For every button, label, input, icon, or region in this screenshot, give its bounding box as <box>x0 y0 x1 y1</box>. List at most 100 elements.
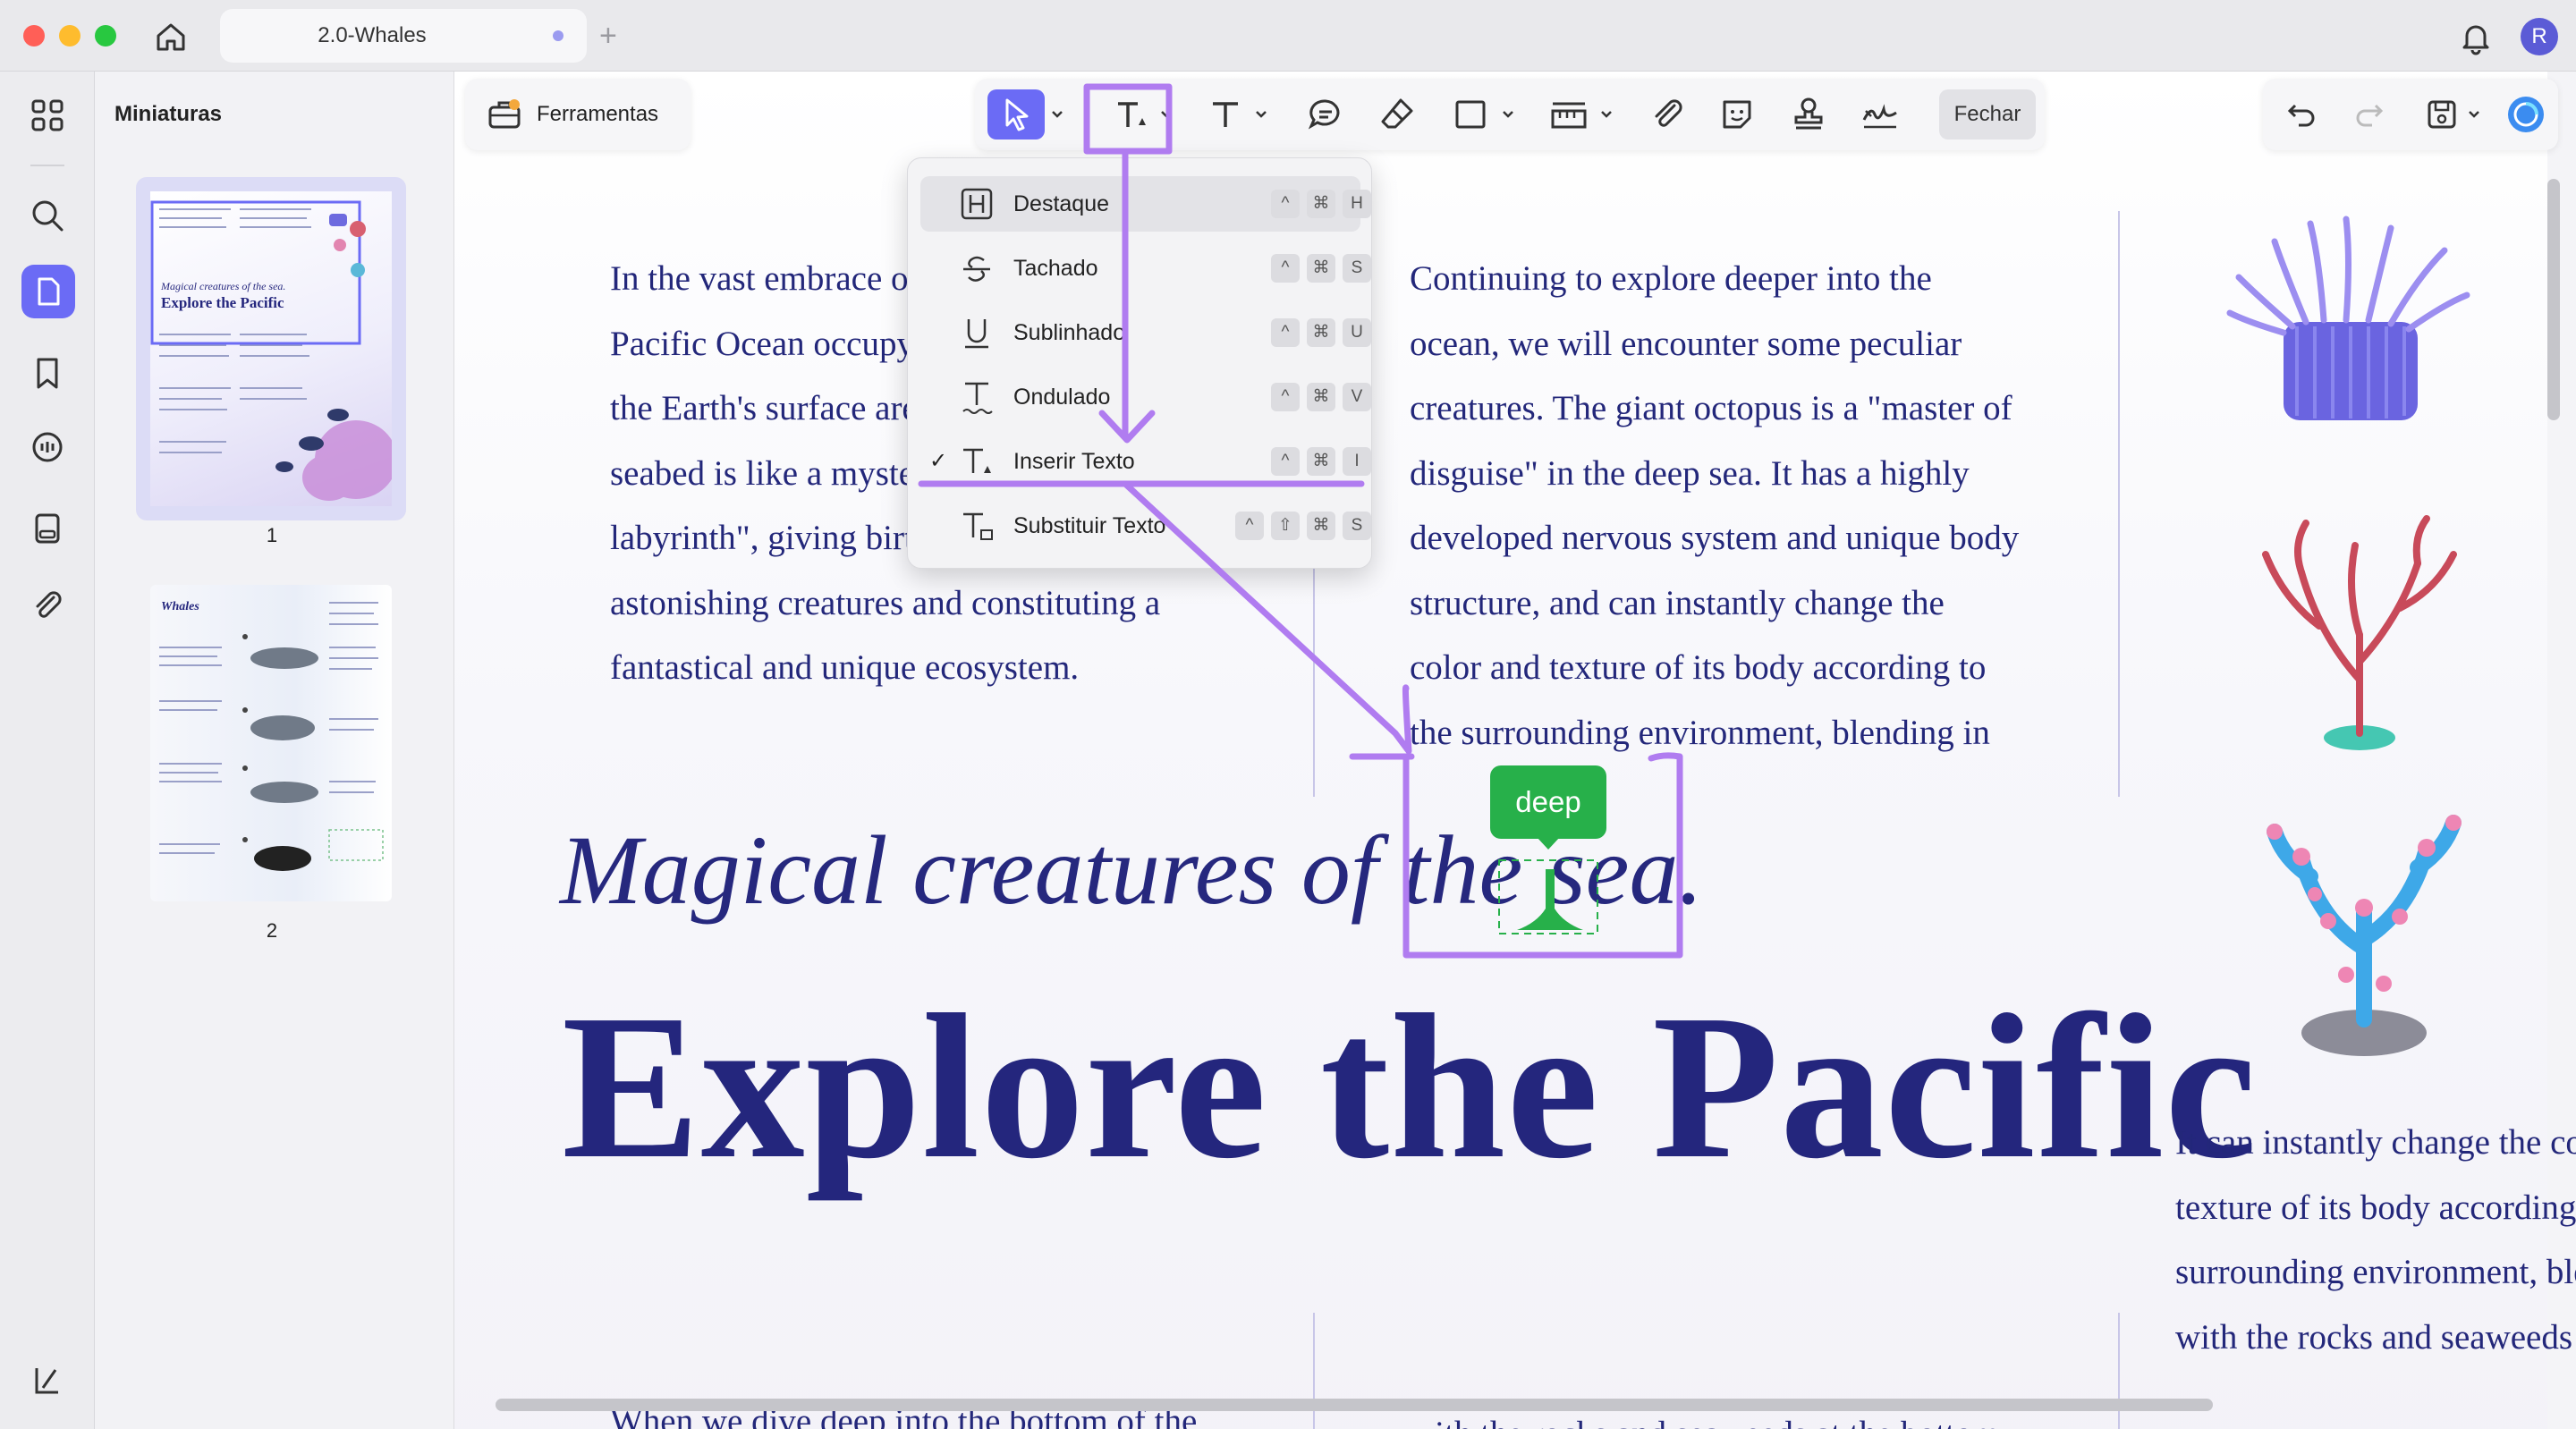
page-thumbnail-1[interactable]: Magical creatures of the sea. Explore th… <box>150 191 397 506</box>
shortcut-key: ⌘ <box>1307 512 1335 540</box>
shortcut-key: H <box>1343 190 1371 218</box>
text-markup-menu: Destaque ^ ⌘ H Tachado ^ ⌘ S Sublinhado … <box>907 157 1372 569</box>
sticker-icon[interactable] <box>1716 93 1758 136</box>
red-coral-image <box>2262 515 2457 750</box>
replace-text-icon <box>958 507 996 545</box>
toolbox-icon <box>487 97 522 132</box>
document-tab[interactable]: 2.0-Whales <box>220 9 587 63</box>
shortcut-key: ⌘ <box>1307 254 1335 283</box>
pdf-page[interactable]: In the vast embrace of the Pacific Ocean… <box>454 72 2576 1429</box>
undo-icon[interactable] <box>2281 93 2324 136</box>
close-toolbar-button[interactable]: Fechar <box>1939 89 2036 140</box>
shortcut-key: ^ <box>1271 447 1300 476</box>
chevron-down-icon[interactable] <box>1599 104 1614 125</box>
comment-tool-icon[interactable] <box>1304 93 1347 136</box>
text-line: ocean, we will encounter some peculiar <box>1410 324 1962 363</box>
menu-item-ondulado[interactable]: Ondulado ^ ⌘ V <box>920 369 1371 425</box>
attachment-icon[interactable] <box>27 585 68 626</box>
text-line: with the rocks and seaweeds <box>2175 1317 2573 1357</box>
squiggly-icon <box>958 378 996 416</box>
chevron-down-icon[interactable] <box>1159 104 1174 125</box>
coral-illustrations <box>2226 216 2470 1056</box>
text-line: color and texture of its body according … <box>1410 648 1987 687</box>
search-icon[interactable] <box>27 195 68 236</box>
menu-item-label: Tachado <box>1013 256 1098 281</box>
menu-item-label: Ondulado <box>1013 385 1111 410</box>
annotation-toolbar: Fechar <box>975 79 2045 150</box>
user-avatar[interactable]: R <box>2521 18 2558 55</box>
minimize-window-button[interactable] <box>59 25 80 47</box>
left-rail <box>0 72 95 1429</box>
shortcut-key: ^ <box>1271 318 1300 347</box>
menu-item-destaque[interactable]: Destaque ^ ⌘ H <box>920 176 1371 232</box>
text-markup-tool-icon[interactable] <box>1111 93 1154 136</box>
horizontal-scrollbar[interactable] <box>496 1399 2213 1411</box>
grid-icon[interactable] <box>27 95 68 136</box>
column-2-text[interactable]: Continuing to explore deeper into the oc… <box>1410 247 2019 765</box>
thumbnails-icon[interactable] <box>21 265 75 318</box>
chevron-down-icon[interactable] <box>1501 104 1515 125</box>
page-headline[interactable]: Explore the Pacific <box>562 968 2258 1206</box>
text-line: It can instantly change the color and <box>2175 1123 2576 1162</box>
zoom-window-button[interactable] <box>95 25 116 47</box>
shortcut-key: ^ <box>1271 254 1300 283</box>
sidebar-settings-icon[interactable] <box>27 1359 68 1400</box>
paperclip-icon[interactable] <box>1646 93 1689 136</box>
home-icon[interactable] <box>150 16 191 57</box>
shortcut-key: ^ <box>1235 512 1264 540</box>
text-tool-icon[interactable] <box>1204 93 1247 136</box>
column-3-text[interactable]: It can instantly change the color and te… <box>2175 1111 2576 1370</box>
tab-title: 2.0-Whales <box>318 23 427 47</box>
menu-item-tachado[interactable]: Tachado ^ ⌘ S <box>920 241 1371 296</box>
chevron-down-icon[interactable] <box>1050 104 1064 125</box>
tools-button[interactable]: Ferramentas <box>465 79 691 150</box>
right-toolbar <box>2263 79 2558 150</box>
text-line: structure, and can instantly change the <box>1410 583 1945 622</box>
menu-item-inserir-texto[interactable]: ✓ Inserir Texto ^ ⌘ I <box>920 434 1371 489</box>
signature-icon[interactable] <box>1859 93 1902 136</box>
thumbnail-page-number: 1 <box>266 524 278 546</box>
thumb-subtitle: Magical creatures of the sea. <box>160 280 285 292</box>
shortcut-key: ⌘ <box>1307 383 1335 411</box>
text-line: developed nervous system and unique body <box>1410 519 2020 557</box>
measure-tool-icon[interactable] <box>1547 93 1590 136</box>
new-tab-button[interactable]: + <box>599 18 617 54</box>
chevron-down-icon[interactable] <box>1254 104 1268 125</box>
thumbnails-panel: Miniaturas Magical creatures of the sea.… <box>95 72 454 1429</box>
text-line: astonishing creatures and constituting a <box>610 583 1161 622</box>
shortcut-key: V <box>1343 383 1371 411</box>
redo-icon[interactable] <box>2347 93 2390 136</box>
column-divider <box>2118 211 2120 797</box>
bookmark-icon[interactable] <box>27 352 68 393</box>
unsaved-dot-icon <box>553 30 564 41</box>
shortcut-key: ⌘ <box>1307 190 1335 218</box>
menu-item-substituir-texto[interactable]: Substituir Texto ^ ⇧ ⌘ S <box>920 498 1371 554</box>
bell-icon[interactable] <box>2456 18 2496 57</box>
comment-icon[interactable] <box>27 427 68 469</box>
close-window-button[interactable] <box>23 25 45 47</box>
insert-text-icon <box>958 443 996 480</box>
ai-assistant-icon[interactable] <box>2504 93 2547 136</box>
eraser-icon[interactable] <box>1376 93 1419 136</box>
strikethrough-icon <box>958 249 996 287</box>
blue-coral-image <box>2267 815 2462 1056</box>
shortcut-key: S <box>1343 254 1371 283</box>
save-icon[interactable] <box>2420 93 2463 136</box>
shortcut-key: ⇧ <box>1271 512 1300 540</box>
shortcut-key: U <box>1343 318 1371 347</box>
menu-item-sublinhado[interactable]: Sublinhado ^ ⌘ U <box>920 305 1371 360</box>
chevron-down-icon[interactable] <box>2467 104 2481 125</box>
checkmark-icon: ✓ <box>929 449 948 473</box>
form-icon[interactable] <box>27 508 68 549</box>
inserted-text-tag[interactable]: deep <box>1490 765 1606 839</box>
underline-icon <box>958 314 996 351</box>
page-thumbnail-2[interactable]: Whales <box>150 585 392 901</box>
select-tool-button[interactable] <box>987 89 1045 140</box>
vertical-scrollbar[interactable] <box>2547 179 2560 420</box>
stamp-icon[interactable] <box>1787 93 1830 136</box>
menu-item-label: Inserir Texto <box>1013 449 1135 474</box>
shortcut-key: S <box>1343 512 1371 540</box>
title-bar: 2.0-Whales + R <box>0 0 2576 72</box>
rectangle-tool-icon[interactable] <box>1449 93 1492 136</box>
document-viewport[interactable]: In the vast embrace of the Pacific Ocean… <box>454 72 2576 1429</box>
